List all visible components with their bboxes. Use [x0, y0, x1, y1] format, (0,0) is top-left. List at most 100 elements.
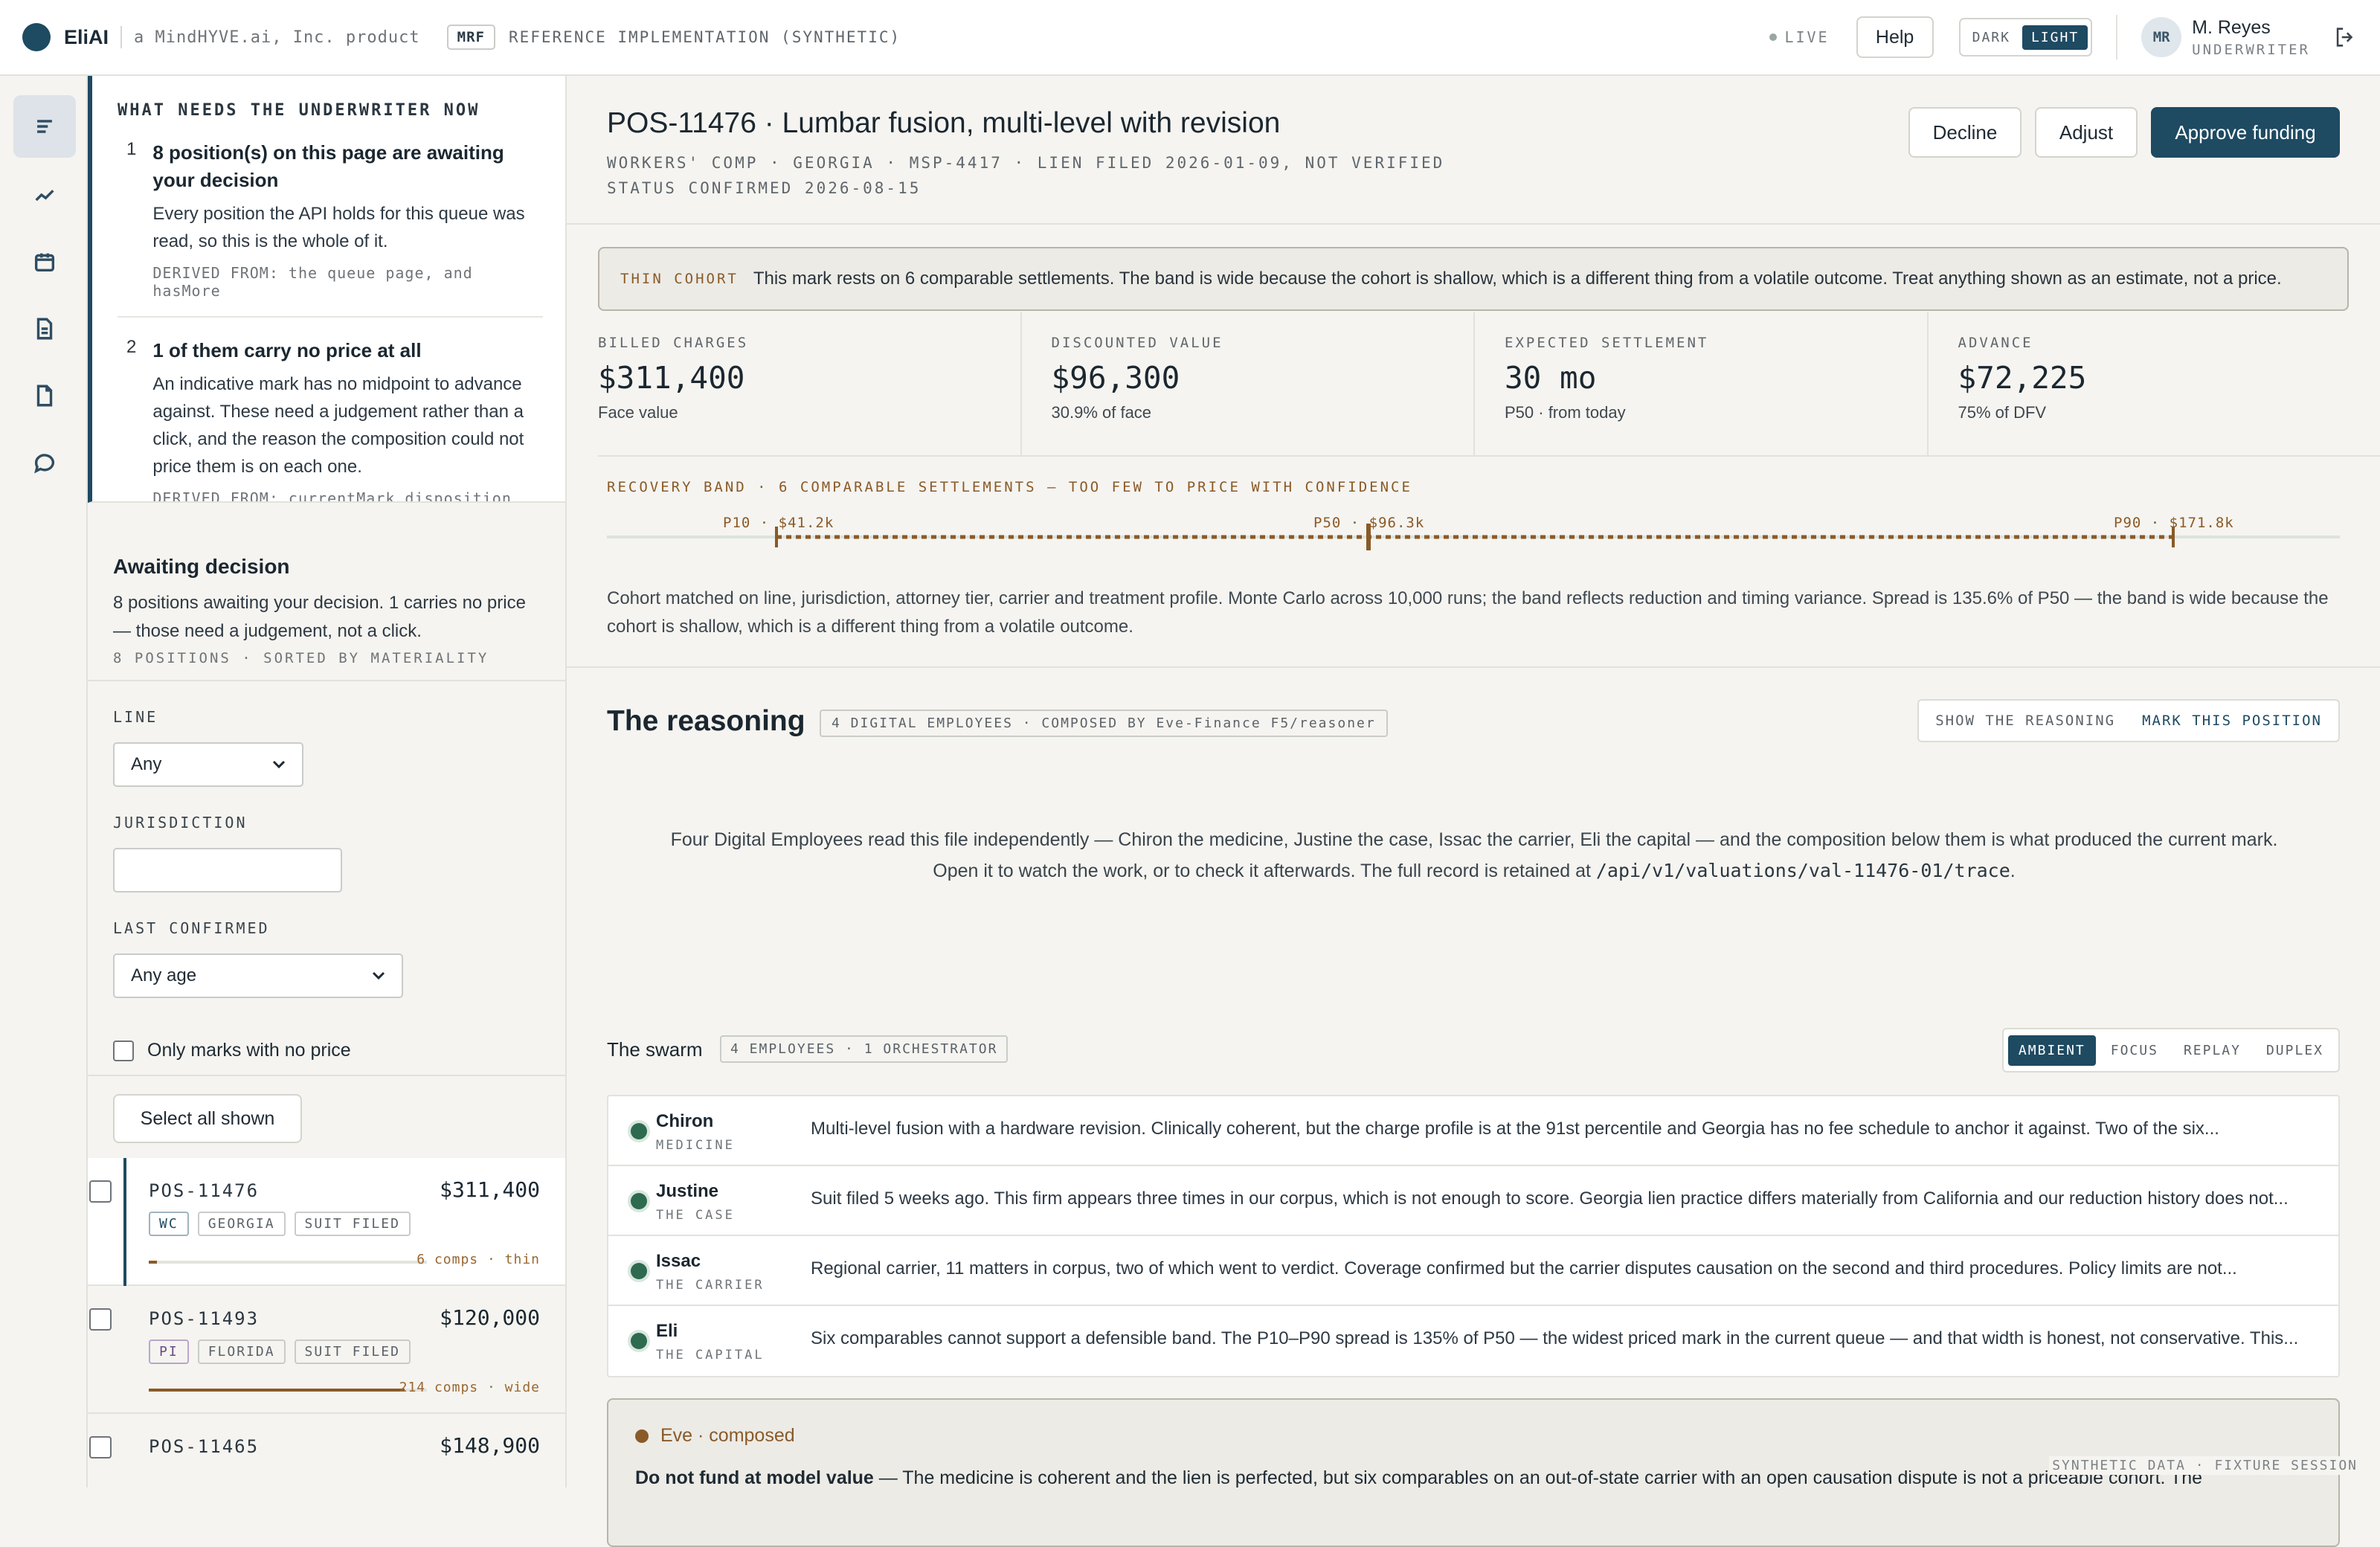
status-dot-icon	[631, 1263, 647, 1279]
employee-summary: Multi-level fusion with a hardware revis…	[811, 1119, 2320, 1139]
metric-sub: P50 · from today	[1505, 403, 1927, 422]
file-icon[interactable]	[13, 364, 76, 427]
adjust-button[interactable]: Adjust	[2035, 107, 2138, 158]
eve-heading-text: Eve · composed	[660, 1425, 795, 1447]
tab-ambient[interactable]: AMBIENT	[2008, 1035, 2096, 1066]
chevron-down-icon	[372, 971, 385, 980]
position-row[interactable]: POS-11476 $311,400 WC GEORGIA SUIT FILED…	[88, 1158, 565, 1286]
help-button[interactable]: Help	[1856, 16, 1934, 58]
line-select-value: Any	[131, 754, 161, 775]
product-line: a MindHYVE.ai, Inc. product	[134, 28, 420, 47]
swarm-badge: 4 EMPLOYEES · 1 ORCHESTRATOR	[720, 1035, 1008, 1063]
show-reasoning-button[interactable]: SHOW THE REASONING	[1935, 713, 2115, 729]
trend-icon[interactable]	[13, 164, 76, 226]
cohort-depth-bar	[149, 1261, 427, 1264]
employee-list: Chiron MEDICINE Multi-level fusion with …	[607, 1095, 2340, 1377]
status-tag: SUIT FILED	[295, 1212, 411, 1236]
line-tag: PI	[149, 1339, 189, 1364]
logo-icon	[22, 23, 51, 51]
decline-button[interactable]: Decline	[1908, 107, 2022, 158]
reasoning-intro: Four Digital Employees read this file in…	[649, 824, 2300, 887]
position-checkbox[interactable]	[89, 1308, 112, 1331]
metric-value: $96,300	[1052, 360, 1474, 396]
trace-link[interactable]: /api/v1/valuations/val-11476-01/trace	[1596, 860, 2010, 881]
employee-role: THE CAPITAL	[656, 1348, 765, 1363]
metric-billed-charges: BILLED CHARGES $311,400 Face value	[598, 312, 1022, 455]
user-menu[interactable]: MR M. Reyes UNDERWRITER	[2116, 15, 2358, 60]
metric-expected-settlement: EXPECTED SETTLEMENT 30 mo P50 · from tod…	[1475, 312, 1929, 455]
logout-icon[interactable]	[2332, 25, 2358, 50]
metric-advance: ADVANCE $72,225 75% of DFV	[1929, 312, 2380, 455]
position-checkbox[interactable]	[89, 1180, 112, 1203]
no-price-filter[interactable]: Only marks with no price	[113, 1040, 540, 1061]
queue-summary: 8 positions awaiting your decision. 1 ca…	[113, 589, 540, 646]
position-amount: $311,400	[440, 1177, 540, 1202]
decision-actions: Decline Adjust Approve funding	[1908, 107, 2340, 158]
need-derived: DERIVED FROM: currentMark.disposition	[152, 489, 543, 503]
confirmed-select-value: Any age	[131, 965, 196, 986]
employee-summary: Regional carrier, 11 matters in corpus, …	[811, 1258, 2320, 1279]
mark-position-button[interactable]: MARK THIS POSITION	[2142, 713, 2322, 729]
employee-name: Eli	[656, 1321, 678, 1342]
position-amount: $148,900	[440, 1433, 540, 1458]
employee-row[interactable]: Issac THE CARRIER Regional carrier, 11 m…	[608, 1236, 2338, 1306]
jurisdiction-tag: FLORIDA	[198, 1339, 286, 1364]
document-icon[interactable]	[13, 298, 76, 360]
jurisdiction-input[interactable]	[113, 848, 342, 892]
selected-indicator	[123, 1158, 126, 1286]
swarm-mode-tabs: AMBIENT FOCUS REPLAY DUPLEX	[2002, 1028, 2340, 1072]
metric-label: EXPECTED SETTLEMENT	[1505, 335, 1927, 351]
position-title: POS-11476 · Lumbar fusion, multi-level w…	[607, 107, 1280, 140]
employee-name: Justine	[656, 1181, 718, 1202]
chevron-down-icon	[272, 760, 286, 769]
tab-duplex[interactable]: DUPLEX	[2256, 1035, 2334, 1066]
need-number: 1	[126, 139, 136, 300]
status-dot-icon	[631, 1333, 647, 1349]
employee-summary: Suit filed 5 weeks ago. This firm appear…	[811, 1189, 2320, 1209]
select-all-button[interactable]: Select all shown	[113, 1094, 302, 1143]
calendar-icon[interactable]	[13, 231, 76, 293]
confirmed-filter-label: LAST CONFIRMED	[113, 919, 540, 937]
live-indicator: LIVE	[1769, 28, 1829, 46]
confirmed-select[interactable]: Any age	[113, 953, 403, 998]
position-checkbox[interactable]	[89, 1436, 112, 1458]
theme-dark-option[interactable]: DARK	[1964, 25, 2019, 50]
period: .	[2010, 861, 2016, 881]
band-track	[607, 512, 2340, 556]
eve-verdict-text: — The medicine is coherent and the lien …	[874, 1467, 2202, 1488]
divider	[120, 26, 122, 48]
live-label: LIVE	[1784, 28, 1829, 46]
comps-label: 6 comps · thin	[416, 1252, 540, 1267]
user-name: M. Reyes	[2192, 17, 2310, 39]
line-tag: WC	[149, 1212, 189, 1236]
status-dot-icon	[631, 1193, 647, 1209]
reference-label: REFERENCE IMPLEMENTATION (SYNTHETIC)	[509, 28, 901, 46]
employee-name: Chiron	[656, 1111, 713, 1132]
no-price-label: Only marks with no price	[147, 1040, 351, 1061]
synthetic-data-footer: SYNTHETIC DATA · FIXTURE SESSION	[2049, 1456, 2361, 1475]
theme-light-option[interactable]: LIGHT	[2022, 25, 2088, 50]
eve-dot-icon	[635, 1429, 649, 1443]
chat-icon[interactable]	[13, 431, 76, 494]
line-select[interactable]: Any	[113, 742, 303, 787]
needs-title: WHAT NEEDS THE UNDERWRITER NOW	[118, 101, 543, 120]
tab-replay[interactable]: REPLAY	[2173, 1035, 2251, 1066]
metric-value: $311,400	[598, 360, 1020, 396]
menu-icon[interactable]	[13, 95, 76, 158]
position-row[interactable]: POS-11465 $148,900	[88, 1414, 565, 1488]
position-meta: WORKERS' COMP · GEORGIA · MSP-4417 · LIE…	[607, 150, 1444, 201]
metric-sub: Face value	[598, 403, 1020, 422]
user-info: M. Reyes UNDERWRITER	[2192, 17, 2310, 58]
queue-heading: Awaiting decision	[113, 555, 540, 579]
no-price-checkbox[interactable]	[113, 1041, 134, 1061]
employee-row[interactable]: Eli THE CAPITAL Six comparables cannot s…	[608, 1306, 2338, 1376]
position-row[interactable]: POS-11493 $120,000 PI FLORIDA SUIT FILED…	[88, 1286, 565, 1414]
approve-funding-button[interactable]: Approve funding	[2151, 107, 2340, 158]
need-derived: DERIVED FROM: the queue page, and hasMor…	[152, 264, 543, 300]
tab-focus[interactable]: FOCUS	[2100, 1035, 2169, 1066]
user-role: UNDERWRITER	[2192, 42, 2310, 58]
employee-role: THE CARRIER	[656, 1278, 765, 1293]
need-heading: 8 position(s) on this page are awaiting …	[152, 139, 543, 194]
employee-row[interactable]: Justine THE CASE Suit filed 5 weeks ago.…	[608, 1166, 2338, 1236]
employee-row[interactable]: Chiron MEDICINE Multi-level fusion with …	[608, 1096, 2338, 1166]
